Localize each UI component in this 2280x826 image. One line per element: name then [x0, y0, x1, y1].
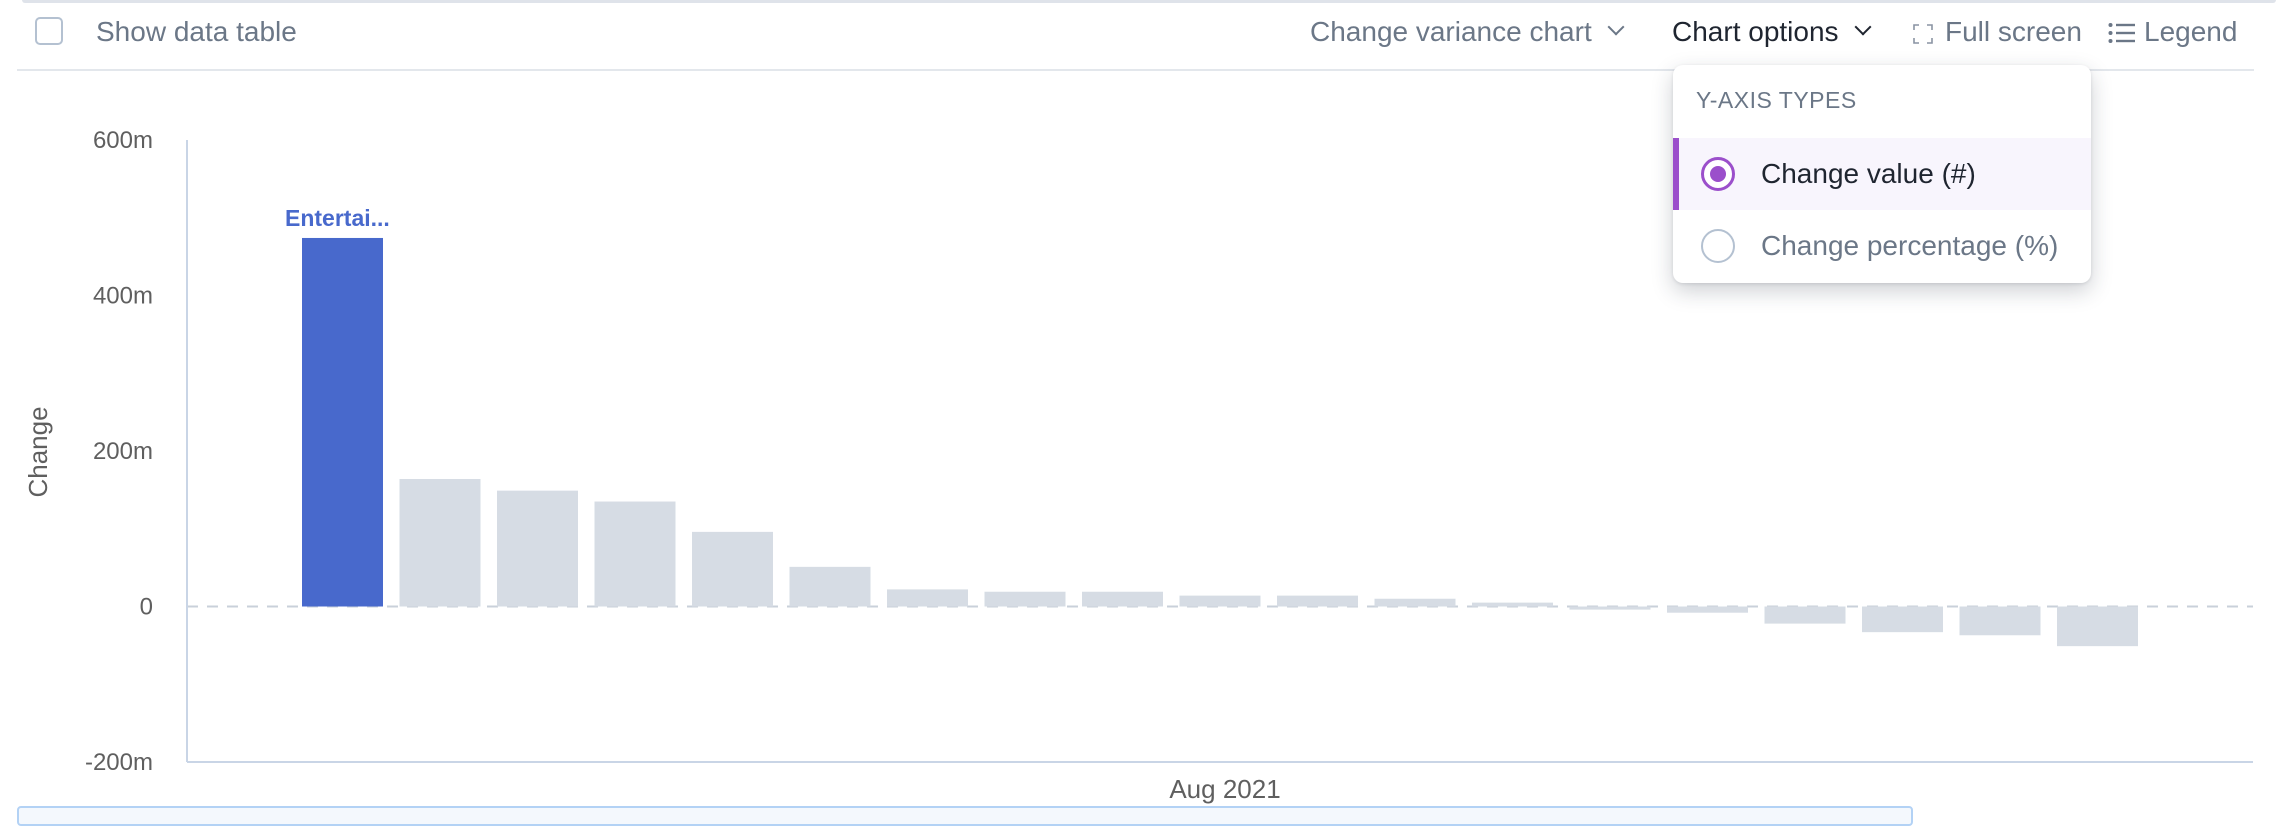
bar[interactable] — [2057, 606, 2138, 647]
chart-options-menu: Y-AXIS TYPES Change value (#) Change per… — [1673, 65, 2091, 283]
y-tick-label: 600m — [93, 127, 153, 154]
menu-option-change-percentage[interactable]: Change percentage (%) — [1673, 210, 2091, 282]
bar[interactable] — [1764, 606, 1846, 624]
bars — [302, 237, 2138, 647]
bar[interactable] — [1082, 591, 1163, 607]
bar[interactable] — [692, 531, 773, 607]
bar[interactable] — [887, 589, 968, 607]
bar[interactable] — [1374, 598, 1456, 607]
bar[interactable] — [497, 490, 578, 607]
bar[interactable] — [1569, 606, 1651, 610]
bar[interactable] — [789, 566, 871, 607]
bar[interactable] — [1862, 606, 1943, 633]
bar-highlighted[interactable] — [302, 237, 383, 607]
bar[interactable] — [1277, 595, 1358, 607]
menu-option-label: Change percentage (%) — [1761, 230, 2059, 261]
y-axis-title: Change — [23, 406, 53, 497]
menu-option-label: Change value (#) — [1761, 158, 1976, 189]
y-tick-label: -200m — [85, 749, 153, 776]
radio-icon[interactable] — [1701, 229, 1735, 263]
bar[interactable] — [1667, 606, 1748, 613]
y-axis-ticks: 600m 400m 200m 0 -200m — [85, 127, 153, 776]
bar[interactable] — [399, 478, 481, 607]
data-table-panel-edge — [17, 806, 1913, 826]
y-tick-label: 0 — [140, 594, 153, 621]
menu-section-header: Y-AXIS TYPES — [1696, 87, 1857, 113]
x-axis-tick-label: Aug 2021 — [1169, 774, 1280, 804]
menu-option-change-value[interactable]: Change value (#) — [1673, 138, 2091, 210]
y-tick-label: 200m — [93, 438, 153, 465]
radio-icon[interactable] — [1701, 157, 1735, 191]
bar[interactable] — [594, 501, 676, 607]
bar[interactable] — [1179, 595, 1261, 607]
bar[interactable] — [984, 591, 1066, 607]
highlighted-bar-label: Entertai... — [285, 205, 390, 231]
bar[interactable] — [1472, 602, 1553, 607]
y-tick-label: 400m — [93, 283, 153, 310]
bar[interactable] — [1959, 606, 2041, 636]
